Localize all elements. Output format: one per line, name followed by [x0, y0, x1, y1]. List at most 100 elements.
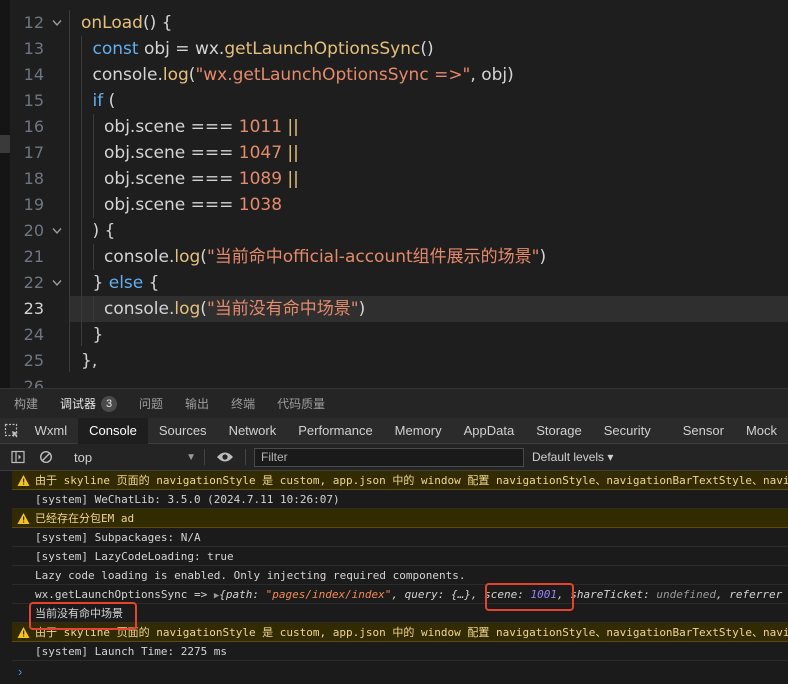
sidebar-toggle-icon[interactable] — [6, 444, 30, 471]
tab-label: 问题 — [139, 397, 164, 411]
code-token: ) — [539, 247, 547, 267]
code-text: ) { — [93, 218, 116, 244]
tab-output[interactable]: 输出 — [185, 389, 209, 419]
code-line[interactable]: 18 obj.scene === 1089 || — [0, 166, 788, 192]
code-line[interactable]: 23 console.log("当前没有命中场景") — [0, 296, 788, 322]
devtab-performance[interactable]: Performance — [287, 418, 383, 444]
tab-debugger[interactable]: 调试器 3 — [60, 389, 118, 419]
code-line[interactable]: 14 console.log("wx.getLaunchOptionsSync =… — [0, 62, 788, 88]
code-token: () — [420, 39, 434, 59]
indent-guide — [93, 244, 94, 270]
fold-chevron-icon[interactable] — [52, 218, 62, 244]
devtools-tabbar: Wxml Console Sources Network Performance… — [0, 417, 788, 444]
devtab-security[interactable]: Security — [593, 418, 662, 444]
devtab-memory[interactable]: Memory — [384, 418, 453, 444]
console-left-margin — [0, 471, 12, 684]
code-token: obj — [481, 65, 508, 85]
clear-console-icon[interactable] — [34, 444, 58, 471]
log-row-warning: 由于 skyline 页面的 navigationStyle 是 custom,… — [0, 471, 788, 490]
filter-input[interactable] — [254, 447, 524, 467]
line-number: 26 — [23, 377, 44, 388]
code-text: }, — [81, 348, 97, 374]
console-prompt-icon[interactable]: › — [18, 664, 22, 679]
indent-guide — [69, 10, 70, 372]
log-row: [system] Subpackages: N/A — [0, 528, 788, 547]
log-row: [system] Launch Time: 2275 ms — [0, 642, 788, 661]
devtab-wxml[interactable]: Wxml — [24, 418, 79, 444]
code-token: === — [190, 143, 239, 163]
code-token: obj.scene — [104, 195, 191, 215]
log-text: Lazy code loading is enabled. Only injec… — [35, 569, 466, 582]
log-text: [system] WeChatLib: 3.5.0 (2024.7.11 10:… — [35, 493, 340, 506]
object-value: "pages/index/index" — [265, 588, 392, 601]
code-token: } — [92, 273, 109, 293]
code-text: if ( — [93, 88, 116, 114]
code-token: log — [162, 65, 189, 85]
code-token: if — [92, 91, 104, 111]
code-token: 1011 — [238, 117, 283, 137]
devtab-network[interactable]: Network — [218, 418, 288, 444]
line-number: 15 — [23, 91, 44, 110]
code-token: "wx.getLaunchOptionsSync =>" — [195, 65, 471, 85]
log-text: [system] LazyCodeLoading: true — [35, 550, 234, 563]
code-line[interactable]: 22} else { — [0, 270, 788, 296]
code-token: ( — [200, 299, 207, 319]
tab-code-quality[interactable]: 代码质量 — [277, 389, 325, 419]
console-toolbar: top ▼ Default levels ▾ — [0, 444, 788, 471]
code-editor[interactable]: 12 onLoad() {13 const obj = wx.getLaunchOp… — [0, 0, 788, 388]
code-line[interactable]: 25}, — [0, 348, 788, 374]
devtab-sources[interactable]: Sources — [148, 418, 218, 444]
devtab-storage[interactable]: Storage — [525, 418, 593, 444]
context-selector[interactable]: top ▼ — [74, 450, 196, 465]
object-key: shareTicket: — [570, 588, 657, 601]
devtab-appdata[interactable]: AppData — [453, 418, 526, 444]
tab-build[interactable]: 构建 — [14, 389, 38, 419]
code-token: const — [92, 39, 139, 59]
warning-icon — [17, 475, 30, 486]
tab-terminal[interactable]: 终端 — [231, 389, 255, 419]
code-line[interactable]: 15 if ( — [0, 88, 788, 114]
code-line[interactable]: 17 obj.scene === 1047 || — [0, 140, 788, 166]
code-line[interactable]: 13 const obj = wx.getLaunchOptionsSync() — [0, 36, 788, 62]
eye-icon[interactable] — [213, 444, 237, 471]
code-token: 1047 — [238, 143, 283, 163]
code-line[interactable]: 16 obj.scene === 1011 || — [0, 114, 788, 140]
indent-guide — [93, 296, 94, 322]
devtab-sensor[interactable]: Sensor — [672, 418, 735, 444]
code-text: onLoad() { — [81, 10, 172, 36]
tab-label: 终端 — [231, 397, 256, 411]
code-line[interactable]: 21 console.log("当前命中official-account组件展示的… — [0, 244, 788, 270]
code-text: obj.scene === 1011 || — [104, 114, 299, 140]
highlight-box-scene — [485, 583, 574, 611]
line-number: 16 — [23, 117, 44, 136]
fold-chevron-icon[interactable] — [52, 270, 62, 296]
log-text: [system] Launch Time: 2275 ms — [35, 645, 228, 658]
code-token: ) — [358, 299, 366, 319]
code-token: console. — [104, 299, 175, 319]
line-number: 18 — [23, 169, 44, 188]
code-line[interactable]: 20) { — [0, 218, 788, 244]
devtab-mock[interactable]: Mock — [735, 418, 788, 444]
code-token: obj.scene — [104, 169, 191, 189]
code-line[interactable]: 19 obj.scene === 1038 — [0, 192, 788, 218]
code-line[interactable]: 24} — [0, 322, 788, 348]
code-text: console.log("wx.getLaunchOptionsSync =>"… — [93, 62, 514, 88]
code-token: 1038 — [238, 195, 283, 215]
code-token: console. — [92, 65, 163, 85]
log-levels-dropdown[interactable]: Default levels ▾ — [532, 450, 613, 464]
devtab-console[interactable]: Console — [78, 417, 148, 444]
code-line[interactable]: 12 onLoad() { — [0, 10, 788, 36]
inspect-element-icon[interactable] — [0, 418, 24, 444]
code-line[interactable]: 26 — [0, 374, 788, 388]
debugger-count-badge: 3 — [101, 395, 118, 412]
code-token: ) — [507, 65, 514, 85]
log-text: 由于 skyline 页面的 navigationStyle 是 custom,… — [35, 626, 788, 639]
tab-problems[interactable]: 问题 — [139, 389, 163, 419]
fold-chevron-icon[interactable] — [52, 10, 62, 36]
console-log[interactable]: 由于 skyline 页面的 navigationStyle 是 custom,… — [0, 471, 788, 684]
line-number: 17 — [23, 143, 44, 162]
bottom-panel-tabs: 构建 调试器 3 问题 输出 终端 代码质量 — [0, 388, 788, 418]
code-text: obj.scene === 1047 || — [104, 140, 299, 166]
object-value: undefined — [656, 588, 716, 601]
code-token: console. — [104, 247, 175, 267]
